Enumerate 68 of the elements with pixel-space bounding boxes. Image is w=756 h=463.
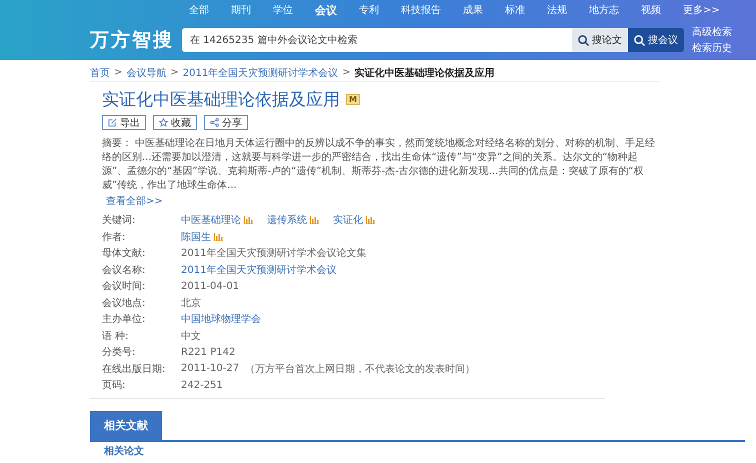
nav-tab[interactable]: 专利 bbox=[348, 3, 390, 17]
field-label: 在线出版日期: bbox=[102, 362, 166, 376]
search-icon bbox=[578, 34, 589, 46]
paper-title: 实证化中医基础理论依据及应用 bbox=[102, 89, 340, 111]
field-link[interactable]: 中国地球物理学会 bbox=[181, 312, 261, 326]
field-link[interactable]: 中医基础理论 bbox=[181, 213, 241, 228]
breadcrumb-link[interactable]: 首页 bbox=[90, 66, 110, 80]
abstract-text: 摘要： 中医基础理论在日地月天体运行圈中的反辨以成不争的事实，然而笼统地概念对经络名称的划分、对称的机制、手足经络的区别...还需要加以澄清，这就要与科学进一步的严密结合，找出生命体“遗传”与“变异”之间的关系。达尔文的“物种起源”、孟德尔的“基因”学说、克莉斯蒂-卢的“遗传”机制、斯蒂芬-杰-古尔德的进化新发现...共同的优点是：突破了原有的“权威”传统，作出了地球生命体... bbox=[102, 137, 656, 193]
breadcrumb-separator: > bbox=[114, 67, 122, 78]
breadcrumb-link[interactable]: 2011年全国天灾预测研讨学术会议 bbox=[182, 66, 338, 80]
nav-tab[interactable]: 法规 bbox=[536, 3, 578, 17]
action-button[interactable]: 分享 bbox=[204, 115, 248, 130]
field-link[interactable]: 实证化 bbox=[333, 213, 363, 228]
star-icon bbox=[159, 118, 168, 127]
field-link[interactable]: 2011年全国天灾预测研讨学术会议 bbox=[181, 262, 336, 277]
field-label: 主办单位: bbox=[102, 312, 146, 326]
section-tab[interactable]: 相关文献 bbox=[90, 410, 162, 440]
field-value: 中文 bbox=[181, 330, 201, 343]
bar-chart-icon[interactable] bbox=[244, 216, 253, 224]
nav-tab[interactable]: 会议 bbox=[304, 2, 348, 18]
format-badge: M bbox=[346, 94, 360, 105]
share-icon bbox=[210, 118, 219, 127]
nav-tab[interactable]: 全部 bbox=[178, 3, 220, 17]
field-value: 242-251 bbox=[181, 380, 223, 391]
field-label: 母体文献: bbox=[102, 246, 146, 260]
breadcrumb-separator: > bbox=[342, 67, 351, 78]
search-icon bbox=[634, 34, 645, 46]
bar-chart-icon[interactable] bbox=[366, 216, 375, 224]
view-all-link[interactable]: 查看全部>> bbox=[106, 194, 660, 208]
bar-chart-icon[interactable] bbox=[214, 232, 223, 241]
header-link[interactable]: 检索历史 bbox=[692, 41, 732, 55]
field-label: 会议地点: bbox=[102, 296, 146, 310]
nav-tab[interactable]: 视频 bbox=[630, 3, 672, 17]
nav-tab[interactable]: 成果 bbox=[452, 3, 494, 17]
field-label: 会议名称: bbox=[102, 264, 146, 277]
field-label: 会议时间: bbox=[102, 280, 146, 294]
field-link[interactable]: 遗传系统 bbox=[267, 213, 307, 228]
nav-tab[interactable]: 科技报告 bbox=[390, 3, 452, 17]
breadcrumb-link[interactable]: 实证化中医基础理论依据及应用 bbox=[354, 66, 495, 80]
nav-tab[interactable]: 标准 bbox=[494, 3, 536, 17]
section-heading: 相关论文 bbox=[104, 444, 145, 458]
field-value: 北京 bbox=[181, 296, 201, 310]
field-note: （万方平台首次上网日期，不代表论文的发表时间） bbox=[245, 362, 476, 376]
field-value: 2011-04-01 bbox=[181, 280, 240, 292]
field-link[interactable]: 陈国生 bbox=[181, 230, 211, 244]
nav-tab[interactable]: 更多>> bbox=[672, 3, 731, 17]
field-label: 分类号: bbox=[102, 346, 136, 360]
logo: 万方智搜 bbox=[90, 28, 175, 53]
nav-tab[interactable]: 地方志 bbox=[578, 3, 630, 17]
action-button[interactable]: 收藏 bbox=[153, 115, 197, 130]
search-button[interactable]: 搜论文 bbox=[572, 28, 628, 52]
field-value: 2011-10-27 bbox=[181, 363, 240, 374]
edit-icon bbox=[108, 118, 117, 127]
bar-chart-icon[interactable] bbox=[310, 216, 319, 224]
search-button[interactable]: 搜会议 bbox=[628, 28, 684, 52]
nav-tab[interactable]: 期刊 bbox=[220, 3, 262, 17]
field-label: 关键词: bbox=[102, 214, 136, 228]
field-value: 2011年全国天灾预测研讨学术会议论文集 bbox=[181, 246, 366, 260]
field-label: 作者: bbox=[102, 230, 126, 244]
breadcrumb-separator: > bbox=[170, 67, 179, 78]
breadcrumb-link[interactable]: 会议导航 bbox=[126, 66, 166, 80]
field-value: R221 P142 bbox=[181, 346, 236, 358]
header-link[interactable]: 高级检索 bbox=[692, 25, 732, 39]
nav-tab[interactable]: 学位 bbox=[262, 3, 304, 17]
action-button[interactable]: 导出 bbox=[102, 115, 146, 130]
field-label: 语 种: bbox=[102, 330, 130, 343]
search-field[interactable]: 在 14265235 篇中外会议论文中检索 bbox=[182, 28, 572, 52]
field-label: 页码: bbox=[102, 379, 126, 392]
